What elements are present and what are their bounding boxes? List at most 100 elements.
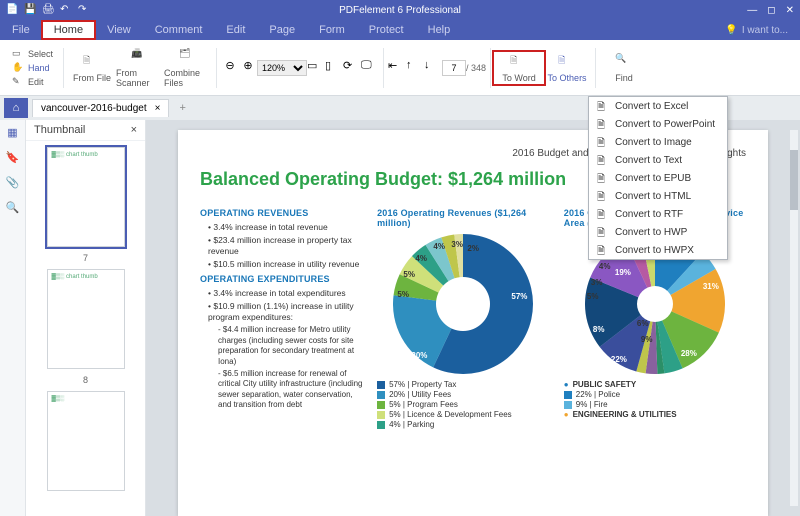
legend-item: 9% | Fire — [564, 400, 746, 409]
bullet-item: • $10.5 million increase in utility reve… — [208, 259, 363, 270]
thumbnail-page[interactable]: ▓▒░ — [47, 391, 125, 491]
bulb-icon: 💡 — [725, 25, 737, 36]
first-page-icon[interactable]: ⇤ — [388, 59, 406, 77]
edit-tool[interactable]: ✎Edit — [12, 76, 53, 88]
close-tab-icon[interactable]: × — [155, 103, 161, 114]
convert-option[interactable]: 🗎Convert to HTML — [589, 187, 727, 205]
search-panel-icon[interactable]: 🔍 — [6, 201, 20, 214]
legend-item: 4% | Parking — [377, 420, 550, 429]
close-button[interactable]: ✕ — [786, 5, 794, 16]
zoom-out-icon[interactable]: ⊖ — [221, 59, 239, 77]
revenue-donut-chart: 57% 20% 5% 5% 4% 4% 3% 2% — [393, 234, 533, 374]
pencil-icon: ✎ — [12, 76, 24, 88]
chart-label: 5% — [397, 290, 409, 299]
next-page-icon[interactable]: ↓ — [424, 59, 442, 77]
legend-item: ● PUBLIC SAFETY — [564, 380, 746, 389]
menu-bar: FileHomeViewCommentEditPageFormProtectHe… — [0, 20, 800, 40]
doc-icon: 🗎 — [597, 244, 609, 256]
convert-option[interactable]: 🗎Convert to Image — [589, 133, 727, 151]
fit-page-icon[interactable]: ▯ — [325, 59, 343, 77]
stack-icon: 🗂 — [179, 48, 197, 66]
menu-tab-page[interactable]: Page — [257, 21, 307, 39]
bookmark-icon[interactable]: 🔖 — [6, 151, 20, 164]
menu-tab-view[interactable]: View — [95, 21, 143, 39]
prev-page-icon[interactable]: ↑ — [406, 59, 424, 77]
convert-option[interactable]: 🗎Convert to RTF — [589, 205, 727, 223]
chart-label: 6% — [637, 319, 649, 328]
bullet-item: • $23.4 million increase in property tax… — [208, 235, 363, 257]
doc-icon: 🗎 — [597, 154, 609, 166]
search-icon: 🔍 — [615, 53, 633, 71]
convert-option[interactable]: 🗎Convert to HWPX — [589, 241, 727, 259]
convert-option[interactable]: 🗎Convert to PowerPoint — [589, 115, 727, 133]
zoom-select[interactable]: 120% — [257, 60, 307, 76]
presentation-icon[interactable]: 🖵 — [361, 59, 379, 77]
qat-undo-icon[interactable]: ↶ — [60, 4, 72, 16]
page-total: 348 — [471, 63, 486, 73]
thumbnail-number: 7 — [83, 253, 88, 263]
menu-tab-home[interactable]: Home — [42, 21, 95, 39]
chart-label: 28% — [681, 349, 697, 358]
thumbnail-page[interactable]: ▓▒░ chart thumb — [47, 147, 125, 247]
menu-tab-comment[interactable]: Comment — [143, 21, 215, 39]
doc-icon: 🗎 — [597, 208, 609, 220]
section-heading: OPERATING REVENUES — [200, 208, 363, 218]
from-file-button[interactable]: 🗎From File — [68, 53, 116, 83]
document-tab[interactable]: vancouver-2016-budget × — [32, 99, 169, 117]
convert-option[interactable]: 🗎Convert to EPUB — [589, 169, 727, 187]
chart-label: 4% — [415, 254, 427, 263]
qat-print-icon[interactable]: 🖨 — [42, 4, 54, 16]
hand-icon: ✋ — [12, 62, 24, 74]
chart-label: 57% — [511, 292, 527, 301]
menu-tab-protect[interactable]: Protect — [357, 21, 416, 39]
find-button[interactable]: 🔍Find — [600, 53, 648, 83]
legend-item: 5% | Licence & Development Fees — [377, 410, 550, 419]
to-others-button[interactable]: 🗎To Others — [543, 53, 591, 83]
home-tab-icon[interactable]: ⌂ — [4, 98, 28, 118]
house-icon: ⌂ — [13, 102, 20, 114]
document-tab-label: vancouver-2016-budget — [41, 103, 147, 114]
maximize-button[interactable]: ◻ — [767, 5, 775, 16]
i-want-to[interactable]: 💡I want to... — [725, 25, 800, 36]
close-panel-icon[interactable]: × — [131, 124, 137, 136]
thumbnail-page[interactable]: ▓▒░ chart thumb — [47, 269, 125, 369]
chart-label: 3% — [591, 278, 603, 287]
menu-tab-file[interactable]: File — [0, 21, 42, 39]
export-icon: 🗎 — [558, 53, 576, 71]
doc-icon: 🗎 — [597, 118, 609, 130]
attachment-icon[interactable]: 📎 — [6, 176, 20, 189]
rotate-icon[interactable]: ⟳ — [343, 59, 361, 77]
thumbnail-panel: Thumbnail× ▓▒░ chart thumb 7 ▓▒░ chart t… — [26, 120, 146, 516]
menu-tab-edit[interactable]: Edit — [214, 21, 257, 39]
app-title: PDFelement 6 Professional — [339, 5, 461, 16]
legend-item: ● ENGINEERING & UTILITIES — [564, 410, 746, 419]
chart-label: 22% — [611, 355, 627, 364]
scanner-icon: 📠 — [131, 48, 149, 66]
new-tab-button[interactable]: + — [173, 102, 191, 114]
activity-bar: ▦ 🔖 📎 🔍 — [0, 120, 26, 516]
from-scanner-button[interactable]: 📠From Scanner — [116, 48, 164, 88]
to-word-button[interactable]: 🗎To Word — [495, 53, 543, 83]
select-tool[interactable]: ▭Select — [12, 48, 53, 60]
convert-option[interactable]: 🗎Convert to HWP — [589, 223, 727, 241]
hand-tool[interactable]: ✋Hand — [12, 62, 53, 74]
convert-option[interactable]: 🗎Convert to Text — [589, 151, 727, 169]
qat-redo-icon[interactable]: ↷ — [78, 4, 90, 16]
menu-tab-form[interactable]: Form — [307, 21, 357, 39]
bullet-sub-item: - $4.4 million increase for Metro utilit… — [218, 325, 363, 367]
doc-icon: 🗎 — [597, 100, 609, 112]
zoom-in-icon[interactable]: ⊕ — [239, 59, 257, 77]
qat-save-icon[interactable]: 💾 — [24, 4, 36, 16]
bullet-sub-item: - $6.5 million increase for renewal of c… — [218, 369, 363, 411]
page-number-input[interactable] — [442, 60, 466, 76]
to-others-dropdown: 🗎Convert to Excel🗎Convert to PowerPoint🗎… — [588, 96, 728, 260]
chart-label: 2% — [467, 244, 479, 253]
vertical-scrollbar[interactable] — [790, 130, 798, 506]
minimize-button[interactable]: — — [747, 5, 757, 16]
thumbnails-icon[interactable]: ▦ — [7, 126, 17, 139]
menu-tab-help[interactable]: Help — [416, 21, 463, 39]
convert-option[interactable]: 🗎Convert to Excel — [589, 97, 727, 115]
chart-label: 19% — [615, 268, 631, 277]
fit-width-icon[interactable]: ▭ — [307, 59, 325, 77]
combine-files-button[interactable]: 🗂Combine Files — [164, 48, 212, 88]
